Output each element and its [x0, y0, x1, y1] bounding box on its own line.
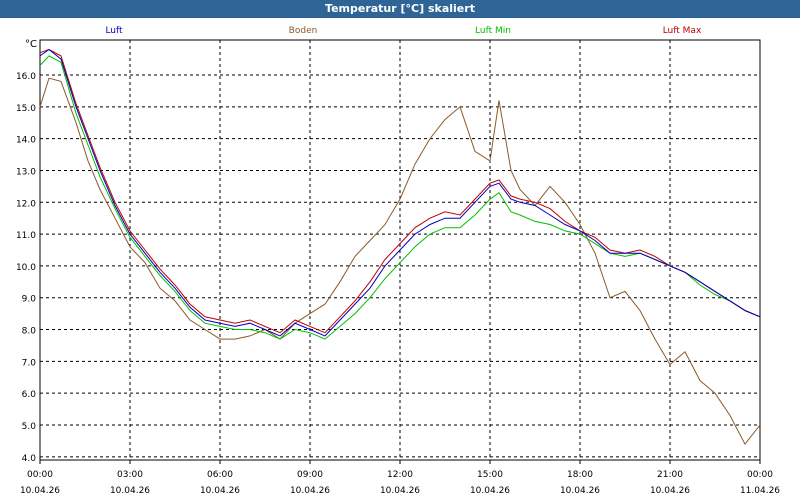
x-tick-time: 21:00 — [657, 470, 683, 480]
y-tick-labels: 4.0 5.0 6.0 7.0 8.0 9.0 10.0 11.0 12.0 13.0 14.0 15… — [16, 72, 36, 464]
legend: Luft Boden Luft Min Luft Max — [105, 26, 702, 36]
y-tick-label: 7.0 — [22, 358, 37, 368]
y-tick-label: 13.0 — [16, 167, 36, 177]
legend-entry: Luft Max — [663, 26, 702, 36]
y-tick-label: 9.0 — [22, 295, 37, 305]
x-tick-time: 09:00 — [297, 470, 323, 480]
temperature-chart: 4.0 5.0 6.0 7.0 8.0 9.0 10.0 11.0 12.0 13.0 14.0 15… — [16, 26, 780, 496]
y-tick-label: 12.0 — [16, 199, 36, 209]
x-tick-date: 10.04.26 — [650, 486, 690, 496]
x-tick-time: 12:00 — [387, 470, 413, 480]
x-tick-labels: 00:00 10.04.26 03:00 10.04.26 06:00 10.04.26 0… — [20, 470, 780, 496]
x-tick-time: 00:00 — [747, 470, 773, 480]
window-title: Temperatur [°C] skaliert — [0, 0, 800, 18]
y-tick-label: 8.0 — [22, 327, 37, 337]
x-tick-date: 10.04.26 — [110, 486, 150, 496]
legend-entry: Boden — [289, 26, 318, 36]
x-tick-date: 10.04.26 — [290, 486, 330, 496]
x-tick-time: 18:00 — [567, 470, 593, 480]
y-tick-label: 6.0 — [22, 390, 37, 400]
y-tick-label: 10.0 — [16, 263, 36, 273]
x-tick-time: 06:00 — [207, 470, 233, 480]
legend-entry: Luft — [105, 26, 123, 36]
y-tick-label: 14.0 — [16, 136, 36, 146]
y-tick-label: 16.0 — [16, 72, 36, 82]
x-tick-time: 15:00 — [477, 470, 503, 480]
x-tick-date: 10.04.26 — [380, 486, 420, 496]
x-tick-date: 10.04.26 — [560, 486, 600, 496]
y-tick-label: 4.0 — [22, 454, 37, 464]
x-tick-date: 10.04.26 — [200, 486, 240, 496]
y-tick-label: 11.0 — [16, 231, 36, 241]
x-tick-date: 10.04.26 — [20, 486, 60, 496]
x-tick-time: 00:00 — [27, 470, 53, 480]
y-tick-label: 5.0 — [22, 422, 37, 432]
x-tick-time: 03:00 — [117, 470, 143, 480]
y-tick-label: 15.0 — [16, 104, 36, 114]
x-tick-date: 10.04.26 — [470, 486, 510, 496]
y-axis-label: °C — [25, 39, 37, 50]
chart-window: Temperatur [°C] skaliert 4.0 5.0 6.0 7.0 8.0… — [0, 0, 800, 500]
legend-entry: Luft Min — [475, 26, 511, 36]
x-tick-date: 11.04.26 — [740, 486, 780, 496]
